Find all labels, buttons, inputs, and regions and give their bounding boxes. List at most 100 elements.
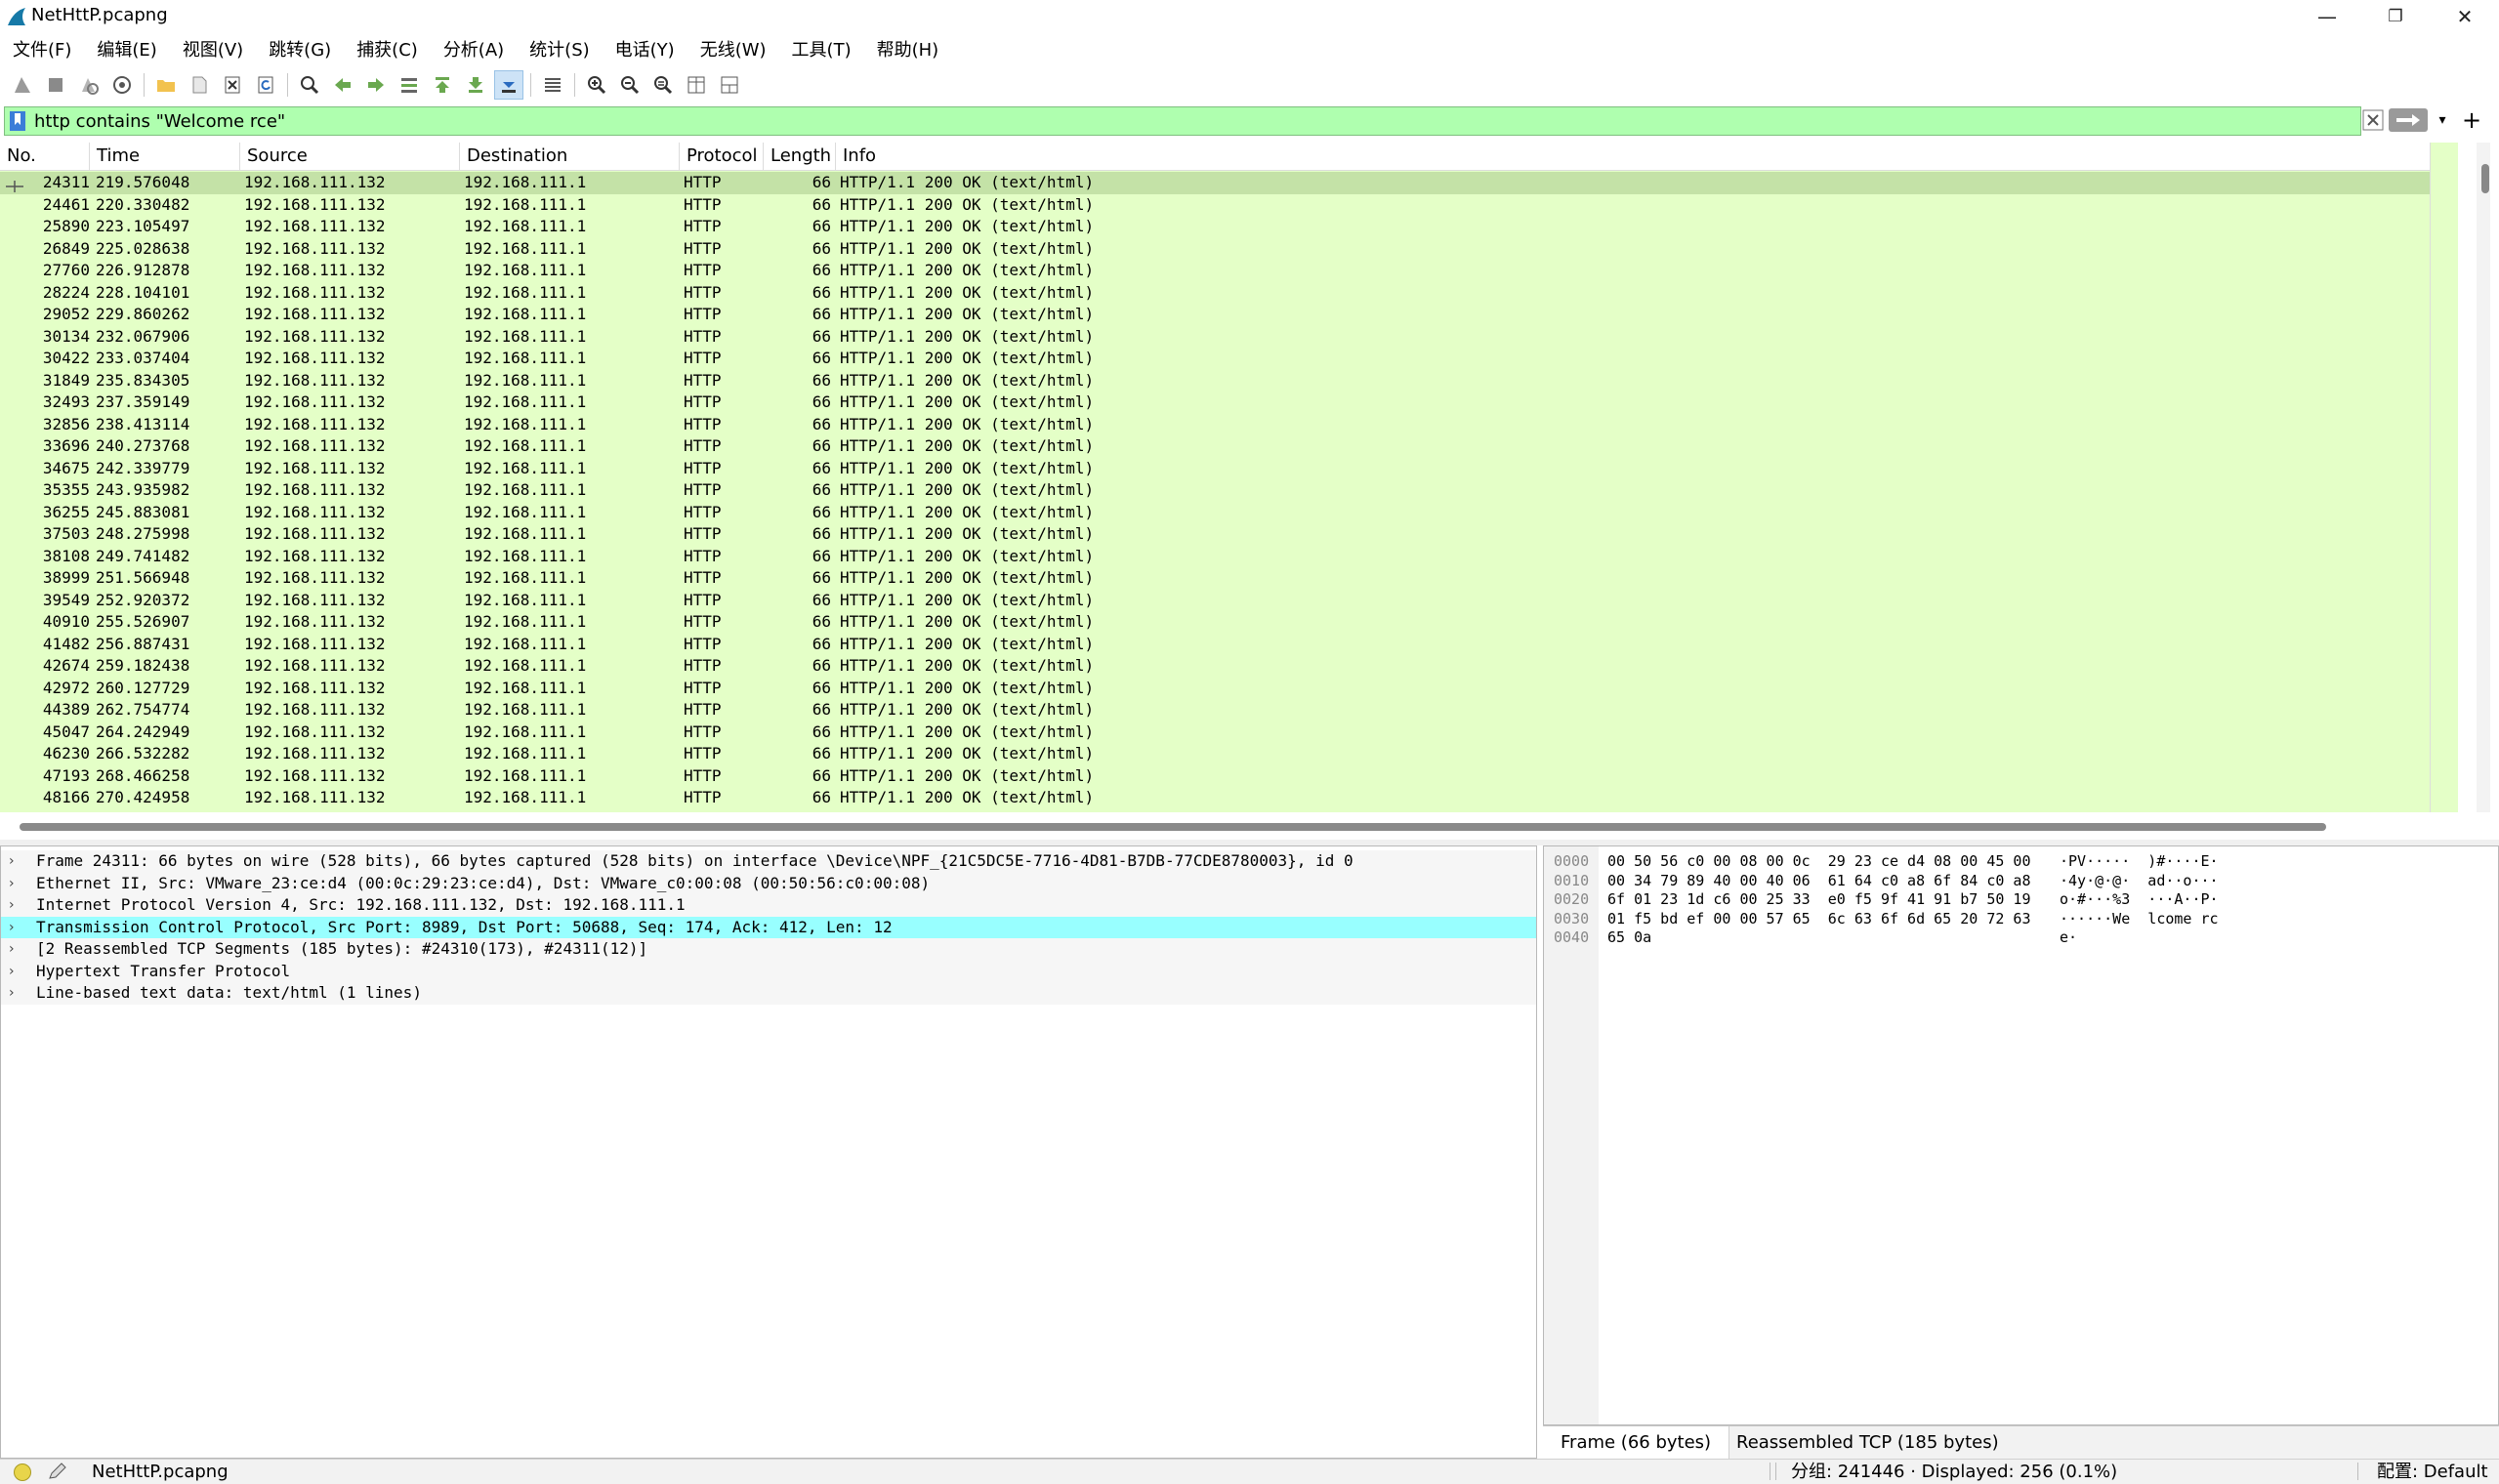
expand-arrow-icon[interactable]: › [9,873,15,894]
bookmark-icon[interactable] [8,110,27,132]
bytes-row[interactable]: 0000 00 50 56 c0 00 08 00 0c 29 23 ce d4 … [1544,852,2491,871]
resize-columns-icon[interactable] [682,70,711,100]
detail-tree-item[interactable]: › [2 Reassembled TCP Segments (185 bytes)… [1,938,1536,961]
menu-statistics[interactable]: 统计(S) [517,36,602,62]
packet-minimap[interactable] [2430,143,2458,812]
menu-analyze[interactable]: 分析(A) [431,36,517,62]
expand-arrow-icon[interactable]: › [9,961,15,982]
close-button[interactable]: ✕ [2431,0,2499,33]
menu-file[interactable]: 文件(F) [0,36,84,62]
bytes-row[interactable]: 0040 65 0a e· [1544,928,2491,947]
zoom-in-icon[interactable] [582,70,611,100]
packet-row[interactable]: 32493 237.359149 192.168.111.132 192.168.11… [0,392,2430,414]
packet-list-hscroll-thumb[interactable] [20,823,2326,831]
open-file-icon[interactable] [151,70,181,100]
status-profile[interactable]: 配置: Default [2377,1461,2488,1484]
column-header-length[interactable]: Length [764,143,836,170]
start-capture-icon[interactable] [8,70,37,100]
zoom-out-icon[interactable] [615,70,645,100]
detail-tree-item[interactable]: › Transmission Control Protocol, Src Port… [1,916,1536,938]
packet-row[interactable]: 38108 249.741482 192.168.111.132 192.168.11… [0,546,2430,568]
packet-row[interactable]: 38999 251.566948 192.168.111.132 192.168.11… [0,567,2430,590]
packet-row[interactable]: 24311 219.576048 192.168.111.132 192.168.11… [0,172,2430,194]
tab-reassembled-tcp[interactable]: Reassembled TCP (185 bytes) [1719,1426,2017,1460]
packet-row[interactable]: 46230 266.532282 192.168.111.132 192.168.11… [0,743,2430,765]
packet-row[interactable]: 37503 248.275998 192.168.111.132 192.168.11… [0,523,2430,546]
detail-tree-item[interactable]: › Ethernet II, Src: VMware_23:ce:d4 (00:0… [1,873,1536,895]
menu-help[interactable]: 帮助(H) [864,36,952,62]
expand-arrow-icon[interactable]: › [9,917,15,938]
column-header-destination[interactable]: Destination [460,143,680,170]
packet-row[interactable]: 32856 238.413114 192.168.111.132 192.168.11… [0,414,2430,436]
go-first-icon[interactable] [428,70,457,100]
expert-info-icon[interactable] [14,1463,31,1481]
packet-row[interactable]: 48166 270.424958 192.168.111.132 192.168.11… [0,787,2430,809]
packet-row[interactable]: 30134 232.067906 192.168.111.132 192.168.11… [0,326,2430,349]
find-packet-icon[interactable] [295,70,324,100]
layout-icon[interactable] [715,70,744,100]
packet-row[interactable]: 33696 240.273768 192.168.111.132 192.168.11… [0,435,2430,458]
packet-row[interactable]: 44389 262.754774 192.168.111.132 192.168.11… [0,699,2430,721]
filter-history-dropdown[interactable]: ▾ [2432,108,2453,132]
menu-edit[interactable]: 编辑(E) [84,36,169,62]
packet-list-scroll-thumb[interactable] [2481,164,2489,193]
packet-row[interactable]: 31849 235.834305 192.168.111.132 192.168.11… [0,370,2430,392]
colorize-icon[interactable] [538,70,567,100]
packet-row[interactable]: 47193 268.466258 192.168.111.132 192.168.11… [0,765,2430,788]
detail-tree-item[interactable]: › Hypertext Transfer Protocol [1,961,1536,983]
apply-filter-button[interactable] [2389,108,2428,132]
packet-row[interactable]: 35355 243.935982 192.168.111.132 192.168.11… [0,479,2430,502]
packet-row[interactable]: 30422 233.037404 192.168.111.132 192.168.11… [0,348,2430,370]
packet-row[interactable]: 29052 229.860262 192.168.111.132 192.168.11… [0,304,2430,326]
menu-wireless[interactable]: 无线(W) [687,36,779,62]
column-header-time[interactable]: Time [90,143,240,170]
capture-options-icon[interactable] [107,70,137,100]
tab-frame-bytes[interactable]: Frame (66 bytes) [1543,1426,1730,1460]
reload-file-icon[interactable] [251,70,280,100]
packet-row[interactable]: 42674 259.182438 192.168.111.132 192.168.11… [0,655,2430,678]
packet-row[interactable]: 27760 226.912878 192.168.111.132 192.168.11… [0,260,2430,282]
packet-row[interactable]: 34675 242.339779 192.168.111.132 192.168.11… [0,458,2430,480]
menu-tools[interactable]: 工具(T) [779,36,864,62]
expand-arrow-icon[interactable]: › [9,938,15,960]
packet-row[interactable]: 41482 256.887431 192.168.111.132 192.168.11… [0,634,2430,656]
zoom-normal-icon[interactable] [648,70,678,100]
packet-row[interactable]: 36255 245.883081 192.168.111.132 192.168.11… [0,502,2430,524]
save-file-icon[interactable] [185,70,214,100]
packet-row[interactable]: 26849 225.028638 192.168.111.132 192.168.11… [0,238,2430,261]
packet-row[interactable]: 25890 223.105497 192.168.111.132 192.168.11… [0,216,2430,238]
packet-row[interactable]: 28224 228.104101 192.168.111.132 192.168.11… [0,282,2430,305]
packet-row[interactable]: 45047 264.242949 192.168.111.132 192.168.11… [0,721,2430,744]
restart-capture-icon[interactable] [74,70,104,100]
autoscroll-icon[interactable] [494,70,523,100]
bytes-row[interactable]: 0030 01 f5 bd ef 00 00 57 65 6c 63 6f 6d … [1544,910,2491,928]
restore-button[interactable]: ❐ [2361,0,2430,33]
detail-tree-item[interactable]: › Line-based text data: text/html (1 line… [1,982,1536,1005]
menu-telephony[interactable]: 电话(Y) [603,36,687,62]
bytes-row[interactable]: 0020 6f 01 23 1d c6 00 25 33 e0 f5 9f 41 … [1544,890,2491,909]
add-filter-button-icon[interactable]: + [2457,105,2486,135]
column-header-protocol[interactable]: Protocol [680,143,764,170]
column-header-no[interactable]: No. [0,143,90,170]
menu-capture[interactable]: 捕获(C) [344,36,431,62]
expand-arrow-icon[interactable]: › [9,982,15,1004]
menu-go[interactable]: 跳转(G) [256,36,344,62]
packet-list-scrollbar[interactable] [2477,143,2490,812]
packet-row[interactable]: 42972 260.127729 192.168.111.132 192.168.11… [0,678,2430,700]
bytes-row[interactable]: 0010 00 34 79 89 40 00 40 06 61 64 c0 a8 … [1544,872,2491,890]
column-header-source[interactable]: Source [240,143,460,170]
close-file-icon[interactable] [218,70,247,100]
display-filter-input[interactable] [34,107,2358,135]
stop-capture-icon[interactable] [41,70,70,100]
detail-tree-item[interactable]: › Frame 24311: 66 bytes on wire (528 bits… [1,850,1536,873]
minimize-button[interactable]: — [2293,0,2361,33]
packet-row[interactable]: 24461 220.330482 192.168.111.132 192.168.11… [0,194,2430,217]
detail-tree-item[interactable]: › Internet Protocol Version 4, Src: 192.1… [1,894,1536,917]
packet-row[interactable]: 39549 252.920372 192.168.111.132 192.168.11… [0,590,2430,612]
packet-row[interactable]: 40910 255.526907 192.168.111.132 192.168.11… [0,611,2430,634]
clear-filter-icon[interactable] [2361,108,2385,132]
go-last-icon[interactable] [461,70,490,100]
expand-arrow-icon[interactable]: › [9,894,15,916]
column-header-info[interactable]: Info [836,143,2430,170]
go-forward-icon[interactable] [361,70,391,100]
